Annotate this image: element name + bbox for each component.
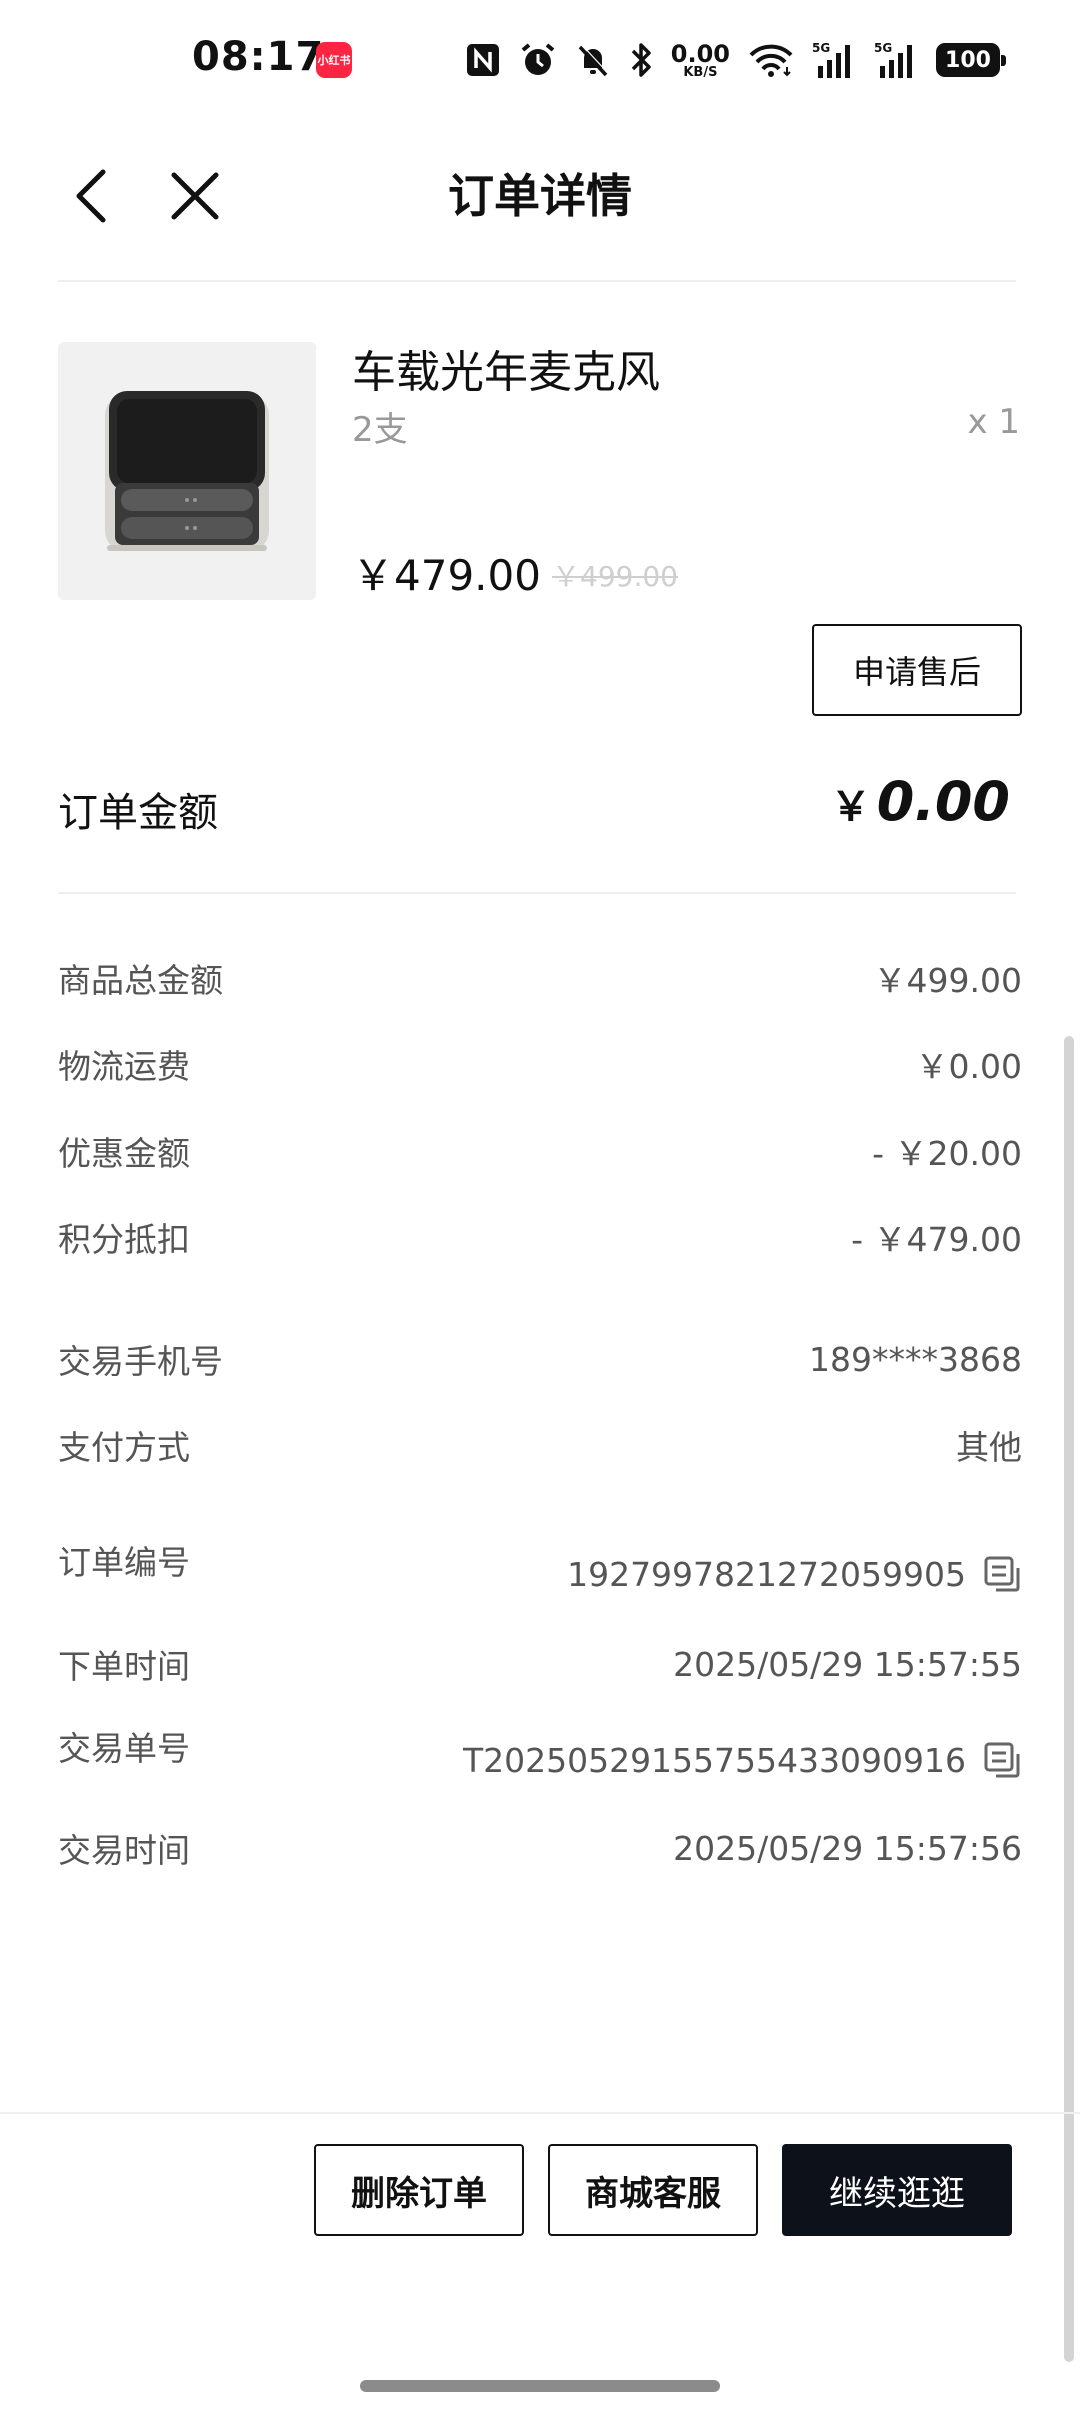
detail-label: 物流运费 xyxy=(58,1047,190,1086)
detail-label: 优惠金额 xyxy=(58,1134,190,1173)
footer-divider xyxy=(0,2112,1080,2114)
after-sale-button[interactable]: 申请售后 xyxy=(812,624,1022,716)
xiaohongshu-app-icon: 小红书 xyxy=(316,42,352,78)
product-quantity: x 1 xyxy=(967,402,1020,442)
status-bar: 08:17 小红书 0.00 KB/S 5G 5G 100 xyxy=(0,0,1080,120)
copy-icon[interactable] xyxy=(982,1554,1022,1594)
product-price: ￥479.00 xyxy=(352,551,541,600)
alarm-icon xyxy=(519,41,557,79)
product-original-price: ￥499.00 xyxy=(552,560,678,593)
customer-service-button[interactable]: 商城客服 xyxy=(548,2144,758,2236)
battery-icon: 100 xyxy=(936,43,1006,77)
detail-label: 下单时间 xyxy=(58,1647,190,1686)
copy-icon[interactable] xyxy=(982,1740,1022,1780)
delete-order-button[interactable]: 删除订单 xyxy=(314,2144,524,2236)
detail-row-shipping: 物流运费 ￥0.00 xyxy=(58,1034,1022,1094)
detail-row-order-number: 订单编号 1927997821272059905 xyxy=(58,1536,1022,1606)
detail-value: T2025052915575543309​0916 xyxy=(463,1740,1022,1780)
detail-label: 商品总金额 xyxy=(58,961,223,1000)
order-amount-label: 订单金额 xyxy=(58,790,218,836)
detail-value: - ￥479.00 xyxy=(851,1220,1022,1259)
detail-value: 1927997821272059905 xyxy=(567,1554,1022,1594)
detail-label: 支付方式 xyxy=(58,1428,190,1467)
detail-value: 其他 xyxy=(956,1428,1022,1467)
divider xyxy=(58,280,1016,282)
detail-row-payment: 支付方式 其他 xyxy=(58,1415,1022,1475)
detail-value: ￥0.00 xyxy=(915,1047,1022,1086)
product-image[interactable] xyxy=(58,342,316,600)
detail-value: - ￥20.00 xyxy=(872,1134,1022,1173)
detail-row-transaction-number: 交易单号 T2025052915575543309​0916 xyxy=(58,1722,1022,1792)
detail-value: ￥499.00 xyxy=(873,961,1022,1000)
transaction-number-text: T2025052915575543309​0916 xyxy=(462,1740,966,1780)
bluetooth-icon xyxy=(629,41,653,79)
order-amount-number: 0.00 xyxy=(876,770,1010,833)
signal-icon: 5G xyxy=(812,40,856,80)
detail-row-goods-total: 商品总金额 ￥499.00 xyxy=(58,948,1022,1008)
detail-value: 2025/05/29 15:57:55 xyxy=(673,1644,1022,1684)
divider xyxy=(58,892,1016,894)
mute-icon xyxy=(575,42,611,78)
detail-value: 189****3868 xyxy=(809,1339,1022,1379)
page-title: 订单详情 xyxy=(448,169,632,223)
detail-label: 交易时间 xyxy=(58,1831,190,1870)
svg-text:5G: 5G xyxy=(812,41,830,55)
detail-label: 交易手机号 xyxy=(58,1342,223,1381)
detail-row-transaction-time: 交易时间 2025/05/29 15:57:56 xyxy=(58,1818,1022,1878)
microphone-case-image xyxy=(105,391,269,551)
page-header: 订单详情 xyxy=(0,120,1080,280)
order-amount-value: ￥ 0.00 xyxy=(831,770,1010,833)
continue-shopping-button[interactable]: 继续逛逛 xyxy=(782,2144,1012,2236)
detail-row-phone: 交易手机号 189****3868 xyxy=(58,1329,1022,1389)
scrollbar[interactable] xyxy=(1064,1036,1074,2362)
currency-symbol: ￥ xyxy=(830,784,871,830)
wifi-icon xyxy=(748,42,794,78)
detail-label: 交易单号 xyxy=(58,1729,190,1768)
product-spec: 2支 xyxy=(352,410,408,450)
product-name[interactable]: 车载光年麦克风 xyxy=(352,336,660,400)
detail-label: 订单编号 xyxy=(58,1543,190,1582)
status-icons: 0.00 KB/S 5G 5G 100 xyxy=(465,36,1006,84)
detail-value: 2025/05/29 15:57:56 xyxy=(673,1828,1022,1868)
order-number-text: 1927997821272059905 xyxy=(567,1554,966,1594)
signal-icon: 5G xyxy=(874,40,918,80)
home-indicator[interactable] xyxy=(360,2380,720,2392)
status-time: 08:17 xyxy=(192,34,325,80)
detail-row-order-time: 下单时间 2025/05/29 15:57:55 xyxy=(58,1634,1022,1694)
svg-text:5G: 5G xyxy=(874,41,892,55)
detail-row-discount: 优惠金额 - ￥20.00 xyxy=(58,1121,1022,1181)
detail-label: 积分抵扣 xyxy=(58,1220,190,1259)
network-speed: 0.00 KB/S xyxy=(670,39,730,80)
detail-row-points: 积分抵扣 - ￥479.00 xyxy=(58,1207,1022,1267)
nfc-icon xyxy=(465,42,501,78)
